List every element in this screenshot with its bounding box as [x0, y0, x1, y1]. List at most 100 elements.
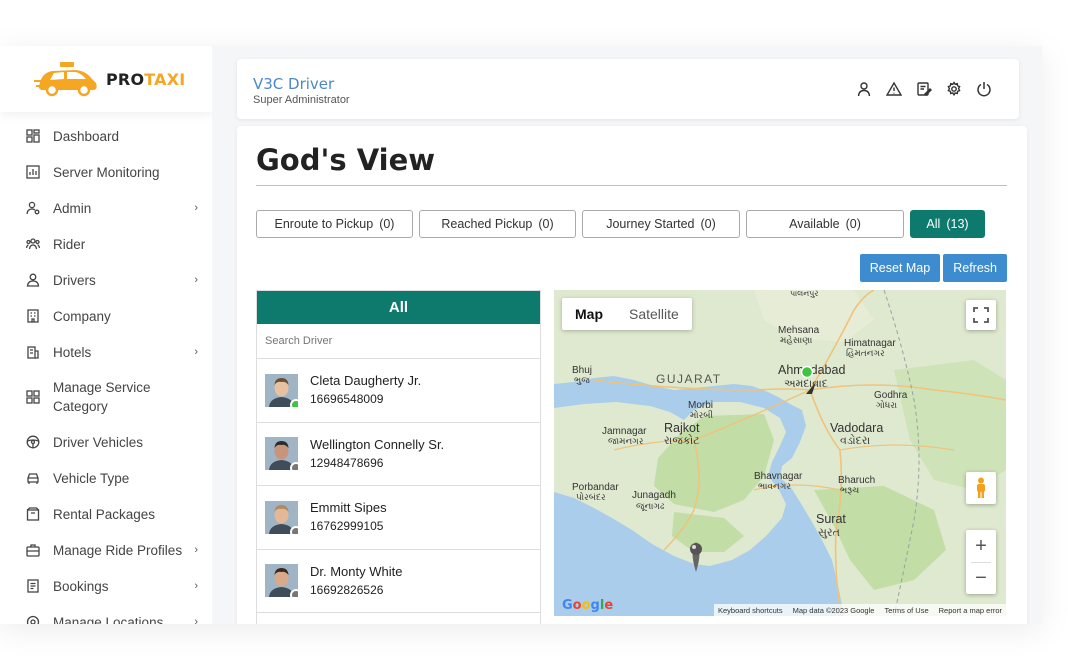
header-subtitle: Super Administrator [253, 94, 350, 106]
map-label-godhra-local: ગોધરા [876, 399, 897, 410]
page-title: God's View [256, 143, 436, 177]
driver-status-dot [290, 525, 298, 534]
driver-info: Wellington Connelly Sr. 12948478696 [310, 436, 444, 472]
keyboard-shortcuts-link[interactable]: Keyboard shortcuts [718, 606, 783, 615]
driver-row[interactable]: Dr. Monty White 16692826526 [257, 550, 540, 613]
map-actions: Reset Map Refresh [859, 254, 1007, 282]
sidebar-item-drivers[interactable]: Drivers › [0, 262, 212, 298]
sidebar-item-rental-packages[interactable]: Rental Packages [0, 496, 212, 532]
driver-phone: 16762999105 [310, 519, 384, 534]
dashboard-icon [26, 129, 40, 143]
package-icon [26, 507, 40, 521]
driver-phone: 16692826526 [310, 582, 384, 597]
street-view-pegman-icon[interactable] [966, 472, 996, 504]
alert-icon[interactable] [885, 80, 903, 98]
sidebar-item-driver-vehicles[interactable]: Driver Vehicles [0, 424, 212, 460]
sidebar-item-label: Vehicle Type [53, 470, 130, 486]
sidebar-item-label: Admin [53, 200, 92, 216]
driver-info: Dr. Monty White 16692826526 [310, 563, 402, 599]
sidebar-item-hotels[interactable]: Hotels › [0, 334, 212, 370]
sidebar-item-admin[interactable]: Admin › [0, 190, 212, 226]
google-logo: Google [562, 598, 614, 613]
building-icon [26, 309, 40, 323]
car-icon [26, 471, 40, 485]
app-window: PROTAXI Dashboard Server Monitoring Admin ›… [0, 46, 1042, 624]
sidebar-item-dashboard[interactable]: Dashboard [0, 118, 212, 154]
sidebar-item-manage-ride-profiles[interactable]: Manage Ride Profiles › [0, 532, 212, 568]
sidebar-item-label: Manage Service Category [53, 380, 151, 414]
map-footer: Keyboard shortcuts Map data ©2023 Google… [713, 604, 1006, 616]
driver-avatar [265, 500, 298, 534]
search-driver-input[interactable] [257, 324, 540, 359]
map-label-junagadh: Junagadh [632, 490, 676, 501]
map-canvas: GUJARAT Ahmedabad અમદાવાદ Vadodara વડોદર… [554, 290, 1006, 616]
sidebar-item-manage-service-category[interactable]: Manage Service Category [0, 370, 212, 424]
sidebar-item-label: Hotels [53, 344, 92, 360]
header-title: V3C Driver [253, 75, 335, 93]
filter-enroute-to-pickup-button[interactable]: Enroute to Pickup (0) [256, 210, 413, 238]
map-type-satellite-button[interactable]: Satellite [616, 298, 692, 330]
filter-available-button[interactable]: Available (0) [746, 210, 904, 238]
filter-count: (0) [379, 217, 395, 231]
map-label-rajkot: Rajkot [664, 421, 700, 435]
terms-link[interactable]: Terms of Use [884, 606, 928, 615]
driver-row[interactable]: Wellington Connelly Sr. 12948478696 [257, 423, 540, 486]
power-logout-icon[interactable] [975, 80, 993, 98]
driver-avatar [265, 564, 298, 598]
driver-status-dot [290, 589, 298, 598]
driver-avatar [265, 437, 298, 471]
hotel-icon [26, 345, 40, 359]
filter-reached-pickup-button[interactable]: Reached Pickup (0) [419, 210, 576, 238]
fullscreen-icon[interactable] [966, 300, 996, 330]
map-view[interactable]: GUJARAT Ahmedabad અમદાવાદ Vadodara વડોદર… [554, 290, 1006, 616]
filter-label: All [926, 217, 941, 231]
filter-count: (0) [538, 217, 554, 231]
sidebar-item-label: Driver Vehicles [53, 434, 144, 450]
map-label-palanpur-local: પાલનપુર [790, 290, 819, 298]
main-panel: God's View Enroute to Pickup (0) Reached P… [237, 126, 1027, 624]
chevron-right-icon: › [194, 274, 198, 286]
reset-map-button[interactable]: Reset Map [859, 254, 941, 282]
filter-count: (0) [845, 217, 861, 231]
filter-label: Reached Pickup [441, 217, 533, 231]
map-label-gujarat: GUJARAT [656, 372, 722, 386]
driver-row[interactable]: Cleta Daugherty Jr. 16696548009 [257, 359, 540, 423]
zoom-out-icon[interactable]: − [975, 563, 987, 594]
sidebar-item-company[interactable]: Company [0, 298, 212, 334]
steering-wheel-icon [26, 435, 40, 449]
sidebar-item-bookings[interactable]: Bookings › [0, 568, 212, 604]
driver-list-panel: All Cleta Daugherty Jr. 16696548009 Wellin… [256, 290, 541, 624]
filter-journey-started-button[interactable]: Journey Started (0) [582, 210, 740, 238]
sidebar-item-vehicle-type[interactable]: Vehicle Type [0, 460, 212, 496]
chevron-right-icon: › [194, 544, 198, 556]
zoom-in-icon[interactable]: + [975, 530, 987, 562]
driver-list-heading: All [257, 291, 540, 324]
edit-note-icon[interactable] [915, 80, 933, 98]
profile-icon[interactable] [855, 80, 873, 98]
map-type-control: Map Satellite [562, 298, 692, 330]
brand-name-pro: PRO [106, 69, 145, 89]
grid-icon [26, 390, 40, 404]
driver-name: Cleta Daugherty Jr. [310, 373, 422, 389]
filter-count: (13) [946, 217, 969, 231]
chart-icon [26, 165, 40, 179]
sidebar-item-rider[interactable]: Rider [0, 226, 212, 262]
map-label-surat: Surat [816, 512, 846, 526]
sidebar-item-manage-locations[interactable]: Manage Locations › [0, 604, 212, 624]
sidebar-item-label: Bookings [53, 578, 109, 594]
driver-marker-green[interactable] [800, 365, 814, 379]
filter-all-button[interactable]: All (13) [910, 210, 985, 238]
report-error-link[interactable]: Report a map error [939, 606, 1002, 615]
top-header: V3C Driver Super Administrator [237, 59, 1019, 119]
map-label-vadodara: Vadodara [830, 421, 883, 435]
settings-gear-icon[interactable] [945, 80, 963, 98]
map-type-map-button[interactable]: Map [562, 298, 616, 330]
location-icon [26, 615, 40, 624]
refresh-button[interactable]: Refresh [943, 254, 1007, 282]
map-label-porbandar-local: પોરબંદર [576, 491, 606, 502]
driver-row[interactable]: Emmitt Sipes 16762999105 [257, 486, 540, 550]
sidebar-item-server-monitoring[interactable]: Server Monitoring [0, 154, 212, 190]
brand-logo[interactable]: PROTAXI [0, 46, 212, 112]
brand-name: PROTAXI [106, 70, 185, 89]
sidebar-item-label: Rental Packages [53, 506, 156, 522]
